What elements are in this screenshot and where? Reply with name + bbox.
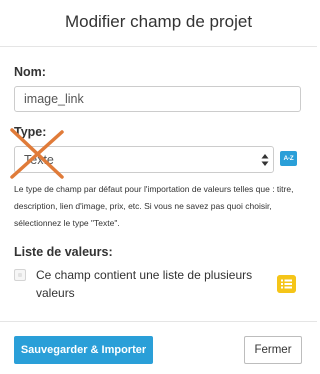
sort-alpha-icon[interactable]: A-Z (280, 151, 297, 166)
name-input[interactable] (14, 86, 301, 112)
modal-header: Modifier champ de projet (0, 0, 317, 47)
type-help-text: Le type de champ par défaut pour l'impor… (14, 184, 294, 228)
values-list-label: Liste de valeurs: (14, 245, 113, 259)
select-arrows-icon (261, 154, 269, 166)
list-icon[interactable] (277, 275, 296, 293)
modal-footer: Sauvegarder & Importer Fermer (0, 321, 317, 374)
values-list-checkbox[interactable] (14, 269, 26, 281)
values-list-checkbox-label[interactable]: Ce champ contient une liste de plusieurs… (36, 266, 271, 302)
close-button[interactable]: Fermer (244, 336, 302, 364)
modal-title: Modifier champ de projet (64, 12, 253, 31)
type-select-value: Texte (24, 152, 54, 167)
values-list-row: Ce champ contient une liste de plusieurs… (14, 266, 274, 302)
type-label: Type: (14, 125, 47, 139)
type-select[interactable]: Texte (14, 146, 274, 173)
name-label: Nom: (14, 65, 46, 79)
save-import-button[interactable]: Sauvegarder & Importer (14, 336, 153, 364)
edit-field-modal: Modifier champ de projet Nom: Type: Text… (0, 0, 317, 374)
